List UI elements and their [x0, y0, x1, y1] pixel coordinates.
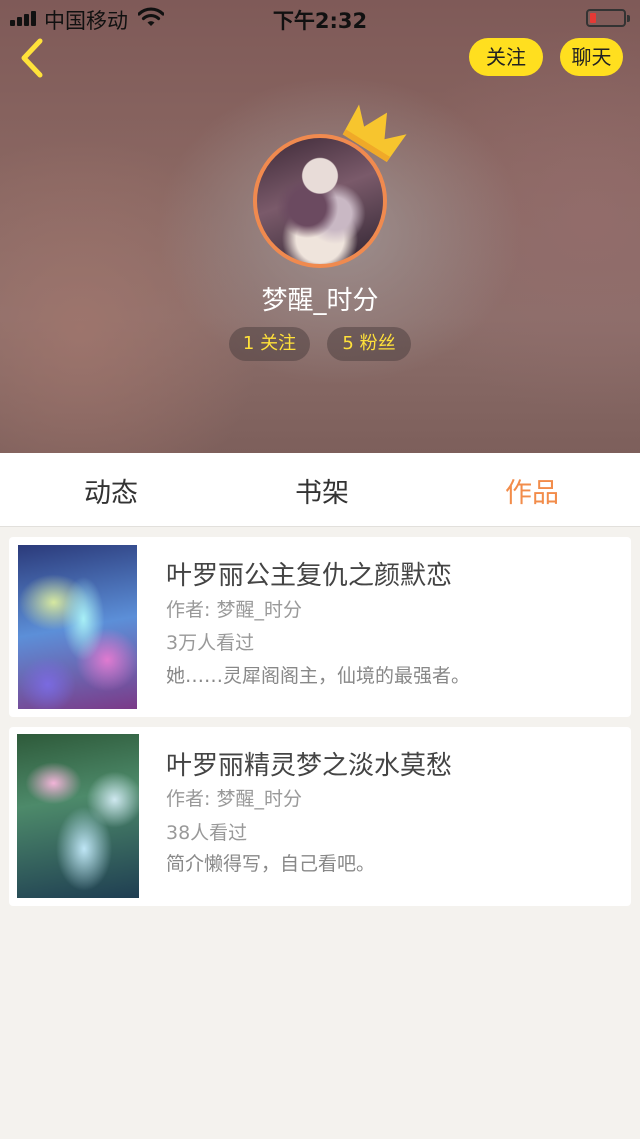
book-author: 作者: 梦醒_时分 — [166, 788, 302, 810]
book-title[interactable]: 叶罗丽精灵梦之淡水莫愁 — [166, 745, 452, 782]
tab-bar: 动态 书架 作品 — [0, 453, 640, 527]
book-description: 她……灵犀阁阁主，仙境的最强者。 — [166, 665, 471, 687]
book-author: 作者: 梦醒_时分 — [166, 599, 302, 621]
profile-header: 中国移动 下午2:32 关注 聊天 梦醒_时分 1 关注 5 粉丝 — [0, 0, 640, 453]
clock: 下午2:32 — [272, 9, 368, 33]
username: 梦醒_时分 — [261, 286, 379, 316]
list-item[interactable]: 叶罗丽精灵梦之淡水莫愁 作者: 梦醒_时分 38人看过 简介懒得写，自己看吧。 — [9, 727, 631, 906]
status-bar: 中国移动 下午2:32 — [0, 0, 640, 36]
crown-icon — [342, 104, 407, 162]
list-item[interactable]: 叶罗丽公主复仇之颜默恋 作者: 梦醒_时分 3万人看过 她……灵犀阁阁主，仙境的… — [9, 537, 631, 717]
book-title[interactable]: 叶罗丽公主复仇之颜默恋 — [166, 555, 452, 592]
battery-icon — [586, 9, 630, 27]
book-views: 38人看过 — [166, 822, 248, 844]
book-description: 简介懒得写，自己看吧。 — [166, 853, 376, 875]
book-views: 3万人看过 — [166, 632, 255, 654]
following-count[interactable]: 1 关注 — [229, 327, 310, 361]
chat-button[interactable]: 聊天 — [560, 38, 623, 76]
book-cover[interactable] — [18, 545, 137, 709]
tab-bookshelf[interactable]: 书架 — [295, 471, 349, 510]
fans-count[interactable]: 5 粉丝 — [327, 327, 411, 361]
follow-button[interactable]: 关注 — [469, 38, 543, 76]
tab-moments[interactable]: 动态 — [84, 471, 138, 510]
back-button[interactable] — [16, 36, 50, 80]
book-cover[interactable] — [17, 734, 139, 898]
tab-works[interactable]: 作品 — [505, 471, 559, 510]
